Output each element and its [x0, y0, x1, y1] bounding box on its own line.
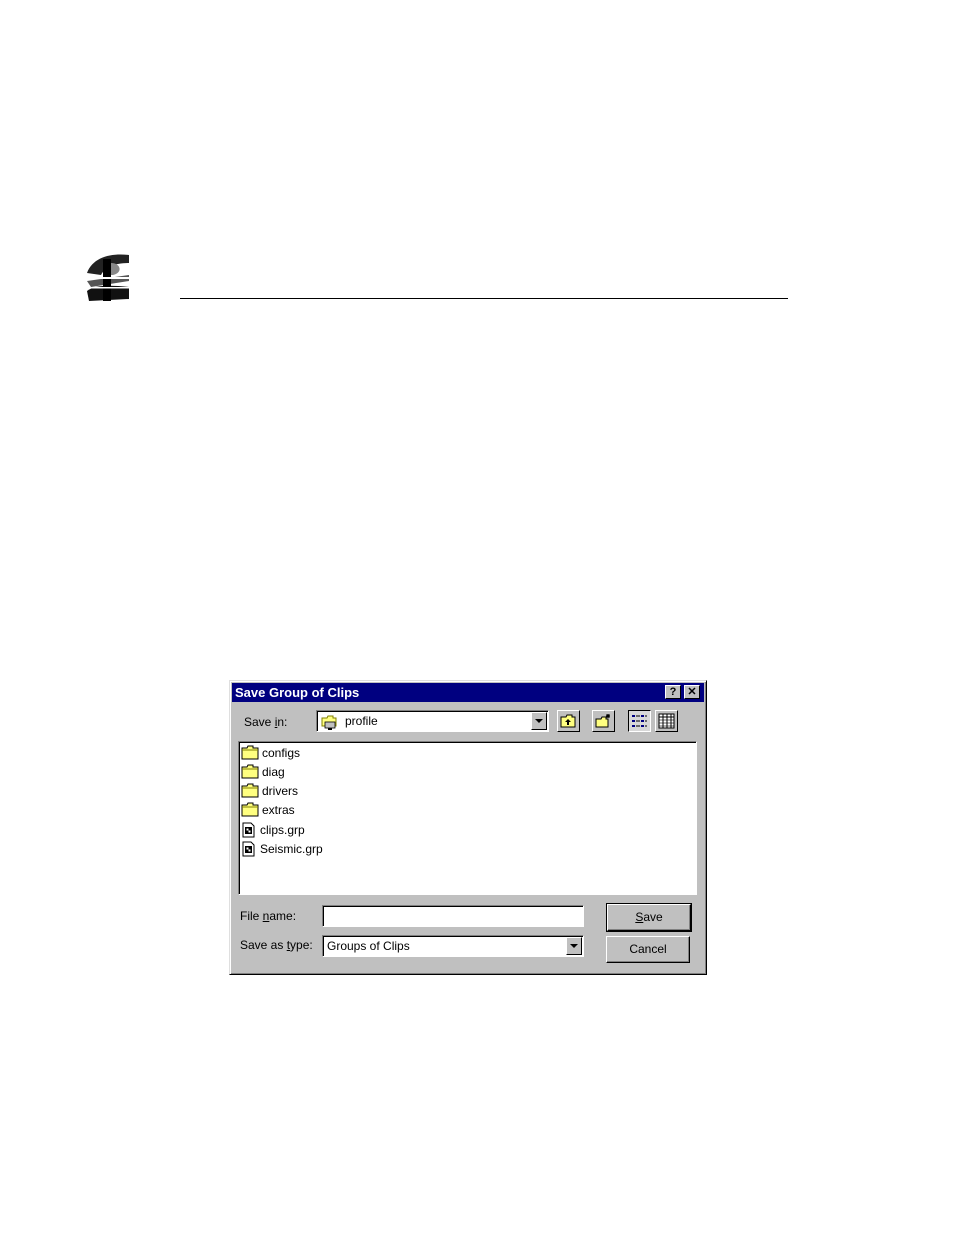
company-logo: [85, 251, 131, 303]
file-name-label-post: ame:: [269, 909, 297, 923]
file-name-label: File name:: [240, 909, 296, 923]
folder-icon: [241, 745, 259, 760]
save-as-type-label-post: ype:: [290, 938, 313, 952]
save-in-label-pre: Save: [244, 715, 275, 729]
save-in-label: Save in:: [244, 715, 287, 729]
header-rule: [180, 298, 788, 299]
folder-icon: [241, 802, 259, 817]
folder-icon: [241, 764, 259, 779]
help-button[interactable]: ?: [665, 685, 681, 699]
up-folder-icon: [560, 714, 576, 728]
close-button[interactable]: ✕: [684, 685, 700, 699]
file-name-label-pre: File: [240, 909, 263, 923]
save-in-label-post: n:: [277, 715, 288, 729]
file-name: configs: [262, 746, 301, 760]
list-view-icon: [632, 715, 647, 727]
save-in-value: profile: [345, 714, 378, 728]
cancel-button[interactable]: Cancel: [606, 936, 690, 963]
new-folder-icon: [595, 714, 610, 728]
folder-icon: [241, 783, 259, 798]
list-view-button[interactable]: [628, 710, 651, 732]
save-as-type-dropdown[interactable]: Groups of Clips: [322, 935, 584, 957]
new-folder-button[interactable]: [592, 710, 615, 732]
save-button[interactable]: Save: [606, 903, 692, 932]
up-one-level-button[interactable]: [557, 710, 580, 732]
details-view-button[interactable]: [655, 710, 678, 732]
file-name: Seismic.grp: [260, 842, 323, 856]
save-as-type-dropdown-arrow[interactable]: [566, 937, 582, 955]
file-name: extras: [262, 803, 295, 817]
title-bar[interactable]: Save Group of Clips ? ✕: [232, 683, 704, 702]
file-name: drivers: [262, 784, 299, 798]
network-folder-icon: [321, 715, 337, 730]
file-name-input[interactable]: [322, 905, 584, 927]
details-view-icon: [658, 713, 675, 729]
group-file-icon: [242, 822, 255, 838]
save-as-type-label: Save as type:: [240, 938, 313, 952]
save-in-dropdown-arrow[interactable]: [531, 712, 547, 730]
save-as-type-label-pre: Save as: [240, 938, 287, 952]
file-list[interactable]: configs diag drivers extras clips.grp Se…: [238, 741, 697, 895]
file-name: clips.grp: [260, 823, 305, 837]
group-file-icon: [242, 841, 255, 857]
save-button-label: ave: [643, 910, 663, 924]
dialog-title: Save Group of Clips: [235, 685, 360, 700]
save-in-dropdown[interactable]: profile: [316, 710, 549, 732]
file-name: diag: [262, 765, 285, 779]
save-as-type-value: Groups of Clips: [327, 939, 410, 953]
